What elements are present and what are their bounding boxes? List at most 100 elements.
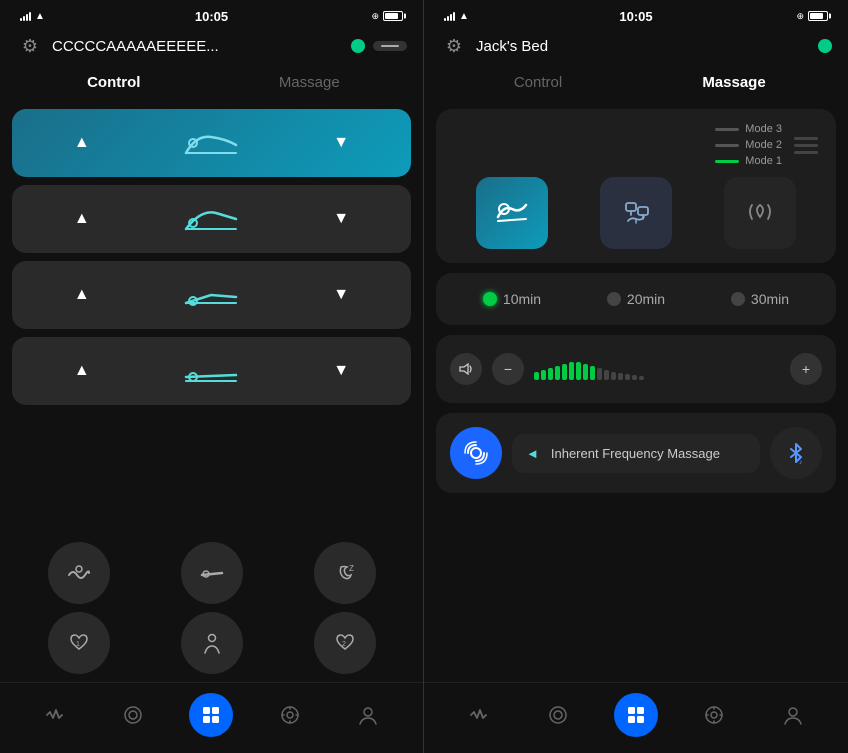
volume-bars xyxy=(534,358,780,380)
timer-10-label: 10min xyxy=(503,291,541,307)
volume-minus-btn[interactable]: − xyxy=(492,353,524,385)
connection-status-left xyxy=(351,39,365,53)
preset-heart1[interactable]: 1 xyxy=(48,612,110,674)
massage-type-wave[interactable] xyxy=(476,177,548,249)
left-phone: ▲ 10:05 ⊕ ⚙ CCCCCAAAAAEEEEE... Control M… xyxy=(0,0,424,753)
tab-massage-right[interactable]: Massage xyxy=(636,68,832,97)
tab-control-right[interactable]: Control xyxy=(440,68,636,97)
vol-bar-1 xyxy=(534,372,539,380)
timer-20-dot xyxy=(607,292,621,306)
svg-text:♪: ♪ xyxy=(799,459,803,464)
mode-3-label: Mode 3 xyxy=(745,123,782,135)
control-row-3[interactable]: ▲ ▼ xyxy=(12,261,411,329)
right-phone: ▲ 10:05 ⊕ ⚙ Jack's Bed Control Massage xyxy=(424,0,848,753)
arrow-down-1[interactable]: ▼ xyxy=(333,134,349,152)
timer-30-label: 30min xyxy=(751,291,789,307)
preset-person[interactable] xyxy=(181,612,243,674)
menu-btn-left[interactable] xyxy=(373,41,407,51)
time-right: 10:05 xyxy=(619,9,652,24)
mode-bar-3 xyxy=(794,137,818,140)
massage-type-sync[interactable] xyxy=(600,177,672,249)
volume-plus-btn[interactable]: + xyxy=(790,353,822,385)
vol-bar-2 xyxy=(541,370,546,380)
timer-20[interactable]: 20min xyxy=(607,291,665,307)
timer-30[interactable]: 30min xyxy=(731,291,789,307)
control-row-4[interactable]: ▲ ▼ xyxy=(12,337,411,405)
mode-1: Mode 1 xyxy=(715,155,782,167)
time-left: 10:05 xyxy=(195,9,228,24)
nav-profile-right[interactable] xyxy=(771,693,815,737)
tab-massage-left[interactable]: Massage xyxy=(212,68,408,97)
control-row-1[interactable]: ▲ ▼ xyxy=(12,109,411,177)
control-row-2[interactable]: ▲ ▼ xyxy=(12,185,411,253)
preset-sleep[interactable]: Z xyxy=(314,542,376,604)
bed-icon-3 xyxy=(181,277,241,313)
massage-mode-card: Mode 3 Mode 2 Mode 1 xyxy=(436,109,836,263)
frequency-btn[interactable] xyxy=(450,427,502,479)
arrow-up-2[interactable]: ▲ xyxy=(74,210,90,228)
vol-bar-5 xyxy=(562,364,567,380)
preset-flat[interactable] xyxy=(181,542,243,604)
status-bar-right: ▲ 10:05 ⊕ xyxy=(424,0,848,28)
gear-icon-right[interactable]: ⚙ xyxy=(440,32,468,60)
arrow-up-3[interactable]: ▲ xyxy=(74,286,90,304)
nav-target-left[interactable] xyxy=(268,693,312,737)
freq-arrow-icon: ◄ xyxy=(526,446,539,461)
preset-heart2[interactable]: 2 xyxy=(314,612,376,674)
nav-menu-left[interactable] xyxy=(111,693,155,737)
tab-control-left[interactable]: Control xyxy=(16,68,212,97)
arrow-up-1[interactable]: ▲ xyxy=(74,134,90,152)
tabs-left: Control Massage xyxy=(0,68,423,97)
vol-bar-14 xyxy=(625,374,630,380)
status-bar-left: ▲ 10:05 ⊕ xyxy=(0,0,423,28)
arrow-down-2[interactable]: ▼ xyxy=(333,210,349,228)
preset-wave[interactable] xyxy=(48,542,110,604)
mode-3-dot xyxy=(715,128,739,131)
preset-buttons-row1: Z xyxy=(0,534,423,612)
bluetooth-btn[interactable]: ♪ xyxy=(770,427,822,479)
vol-bar-4 xyxy=(555,366,560,380)
frequency-text: Inherent Frequency Massage xyxy=(551,446,720,461)
timer-20-label: 20min xyxy=(627,291,665,307)
battery-right xyxy=(808,11,828,21)
wifi-right: ▲ xyxy=(459,11,469,22)
device-name-left: CCCCCAAAAAEEEEE... xyxy=(52,38,343,55)
nav-menu-right[interactable] xyxy=(536,693,580,737)
control-rows: ▲ ▼ ▲ xyxy=(0,109,423,534)
timer-30-dot xyxy=(731,292,745,306)
svg-text:1: 1 xyxy=(76,641,80,648)
timer-10[interactable]: 10min xyxy=(483,291,541,307)
nav-control-right[interactable] xyxy=(614,693,658,737)
signal-left xyxy=(20,11,31,21)
header-right: ⚙ Jack's Bed xyxy=(424,28,848,68)
vol-bar-15 xyxy=(632,375,637,380)
header-left: ⚙ CCCCCAAAAAEEEEE... xyxy=(0,28,423,68)
gear-icon-left[interactable]: ⚙ xyxy=(16,32,44,60)
frequency-label: ◄ Inherent Frequency Massage xyxy=(512,434,760,473)
nav-health-left[interactable] xyxy=(33,693,77,737)
mode-bars xyxy=(794,137,818,154)
arrow-down-4[interactable]: ▼ xyxy=(333,362,349,380)
mode-3: Mode 3 xyxy=(715,123,782,135)
nav-control-left[interactable] xyxy=(189,693,233,737)
location-right: ⊕ xyxy=(796,11,804,22)
battery-left xyxy=(383,11,403,21)
vol-bar-7 xyxy=(576,362,581,380)
nav-health-right[interactable] xyxy=(457,693,501,737)
device-name-right: Jack's Bed xyxy=(476,38,810,55)
massage-type-vibrate[interactable] xyxy=(724,177,796,249)
bottom-nav-right xyxy=(424,682,848,753)
nav-target-right[interactable] xyxy=(692,693,736,737)
mode-list: Mode 3 Mode 2 Mode 1 xyxy=(715,123,782,167)
mode-bar-2 xyxy=(794,144,818,147)
mode-1-label: Mode 1 xyxy=(745,155,782,167)
nav-profile-left[interactable] xyxy=(346,693,390,737)
mode-1-dot xyxy=(715,160,739,163)
vol-bar-9 xyxy=(590,366,595,380)
connection-status-right xyxy=(818,39,832,53)
location-left: ⊕ xyxy=(371,11,379,22)
arrow-up-4[interactable]: ▲ xyxy=(74,362,90,380)
arrow-down-3[interactable]: ▼ xyxy=(333,286,349,304)
mode-2-label: Mode 2 xyxy=(745,139,782,151)
vol-bar-10 xyxy=(597,368,602,380)
